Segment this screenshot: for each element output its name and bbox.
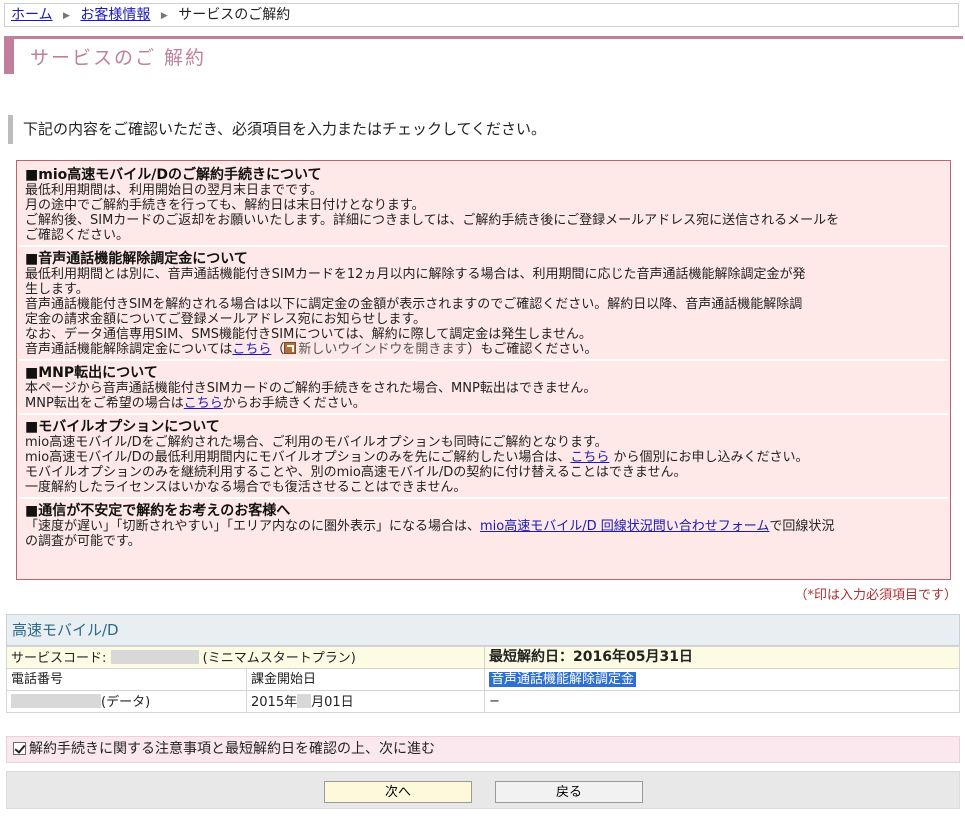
col-phone: 電話番号 — [6, 668, 247, 691]
notice-text: mio高速モバイル/Dの最低利用期間内にモバイルオプションのみを先にご解約したい… — [25, 450, 571, 465]
notice-line: 月の途中でご解約手続きを行っても、解約日は末日付けとなります。 — [25, 198, 425, 213]
notice-text: からお手続きください。 — [222, 396, 366, 411]
breadcrumb-separator-icon: ▶ — [63, 11, 70, 21]
service-code-row: サービスコード: (ミニマムスタートプラン) 最短解約日：2016年05月31日 — [6, 646, 960, 669]
voice-fee-label: 音声通話機能解除調定金 — [489, 672, 637, 687]
notice-section-mobile-option: ■モバイルオプションについて mio高速モバイル/Dをご解約された場合、ご利用の… — [19, 415, 948, 499]
notice-line: mio高速モバイル/Dの最低利用期間内にモバイルオプションのみを先にご解約したい… — [25, 450, 942, 465]
notice-text: で回線状況 — [769, 519, 835, 534]
breadcrumb-customer-link[interactable]: お客様情報 — [80, 7, 150, 23]
notice-line: mio高速モバイル/Dをご解約された場合、ご利用のモバイルオプションも同時にご解… — [25, 435, 608, 450]
notice-section-mnp: ■MNP転出について 本ページから音声通話機能付きSIMカードのご解約手続きをさ… — [19, 361, 948, 415]
service-code-label: サービスコード: — [11, 650, 107, 666]
voice-fee-cell: − — [484, 690, 960, 713]
line-status-form-link[interactable]: mio高速モバイル/D 回線状況問い合わせフォーム — [480, 519, 769, 534]
required-note: （*印は入力必須項目です） — [794, 588, 957, 603]
notice-line: 定金の請求金額についてご登録メールアドレス宛にお知らせします。 — [25, 312, 427, 327]
masked-service-code — [110, 649, 199, 664]
voice-fee-info-link[interactable]: こちら — [232, 342, 271, 357]
mobile-option-link[interactable]: こちら — [570, 450, 609, 465]
service-code-cell: サービスコード: (ミニマムスタートプラン) — [6, 646, 485, 669]
notice-heading: ■mio高速モバイル/Dのご解約手続きについて — [25, 167, 322, 183]
button-bar: 次へ 戻る — [6, 771, 960, 809]
masked-phone-number — [11, 693, 101, 708]
mnp-link[interactable]: こちら — [184, 396, 223, 411]
confirm-checkbox[interactable] — [13, 742, 26, 755]
notice-line: 「速度が遅い」「切断されやすい」「エリア内なのに圏外表示」になる場合は、mio高… — [25, 519, 942, 534]
notice-heading: ■通信が不安定で解約をお考えのお客様へ — [25, 503, 291, 519]
notice-section-unstable: ■通信が不安定で解約をお考えのお客様へ 「速度が遅い」「切断されやすい」「エリア… — [19, 499, 948, 551]
back-button[interactable]: 戻る — [495, 781, 643, 803]
notice-text: （ — [271, 342, 285, 357]
notice-line: 最低利用期間は、利用開始日の翌月末日までです。 — [25, 183, 323, 198]
service-table: サービスコード: (ミニマムスタートプラン) 最短解約日：2016年05月31日… — [6, 646, 960, 713]
notice-line: 本ページから音声通話機能付きSIMカードのご解約手続きをされた場合、MNP転出は… — [25, 381, 597, 396]
service-header: 高速モバイル/D — [6, 614, 960, 646]
notice-box: ■mio高速モバイル/Dのご解約手続きについて 最低利用期間は、利用開始日の翌月… — [16, 160, 951, 580]
notice-text: 「速度が遅い」「切断されやすい」「エリア内なのに圏外表示」になる場合は、 — [25, 519, 481, 534]
col-voice-fee: 音声通話機能解除調定金 — [484, 668, 960, 691]
start-day: 月01日 — [311, 694, 354, 710]
notice-line: の調査が可能です。 — [25, 534, 141, 549]
notice-text: 音声通話機能解除調定金については — [25, 342, 233, 357]
new-window-text: 新しいウインドウを開きます — [298, 342, 468, 357]
intro-text: 下記の内容をご確認いただき、必須項目を入力またはチェックしてください。 — [8, 115, 546, 144]
start-year: 2015年 — [251, 694, 298, 710]
breadcrumb-separator-icon: ▶ — [160, 11, 168, 21]
notice-line: 一度解約したライセンスはいかなる場合でも復活させることはできません。 — [25, 480, 467, 495]
table-header-row: 電話番号 課金開始日 音声通話機能解除調定金 — [6, 668, 960, 691]
notice-text: から個別にお申し込みください。 — [609, 450, 809, 465]
notice-line: モバイルオプションのみを継続利用することや、別のmio高速モバイル/Dの契約に付… — [25, 465, 687, 480]
breadcrumb-home-link[interactable]: ホーム — [11, 7, 53, 23]
notice-heading: ■音声通話機能解除調定金について — [25, 251, 248, 267]
col-start-date: 課金開始日 — [246, 668, 485, 691]
line-type: (データ) — [101, 694, 151, 710]
notice-line: 音声通話機能付きSIMを解約される場合は以下に調定金の金額が表示されますのでご確… — [25, 297, 803, 312]
notice-text: ）もご確認ください。 — [467, 342, 598, 357]
notice-line: 最低利用期間とは別に、音声通話機能付きSIMカードを12ヵ月以内に解除する場合は… — [25, 267, 806, 282]
notice-section-voice-fee: ■音声通話機能解除調定金について 最低利用期間とは別に、音声通話機能付きSIMカ… — [19, 247, 948, 361]
notice-heading: ■モバイルオプションについて — [25, 419, 220, 435]
notice-section-cancel-procedure: ■mio高速モバイル/Dのご解約手続きについて 最低利用期間は、利用開始日の翌月… — [19, 163, 948, 247]
notice-line: ご解約後、SIMカードのご返却をお願いいたします。詳細につきましては、ご解約手続… — [25, 213, 840, 228]
breadcrumb-current: サービスのご解約 — [178, 7, 291, 23]
min-cancel-date: 最短解約日：2016年05月31日 — [484, 646, 960, 669]
service-plan: (ミニマムスタートプラン) — [202, 650, 356, 666]
notice-line: MNP転出をご希望の場合はこちらからお手続きください。 — [25, 396, 942, 411]
table-row: (データ) 2015年 月01日 − — [6, 690, 960, 713]
notice-text: MNP転出をご希望の場合は — [25, 396, 184, 411]
notice-line: 生します。 — [25, 282, 89, 297]
notice-line: なお、データ通信専用SIM、SMS機能付きSIMについては、解約に際して調定金は… — [25, 327, 592, 342]
notice-line: ご確認ください。 — [25, 228, 130, 243]
new-window-icon — [284, 342, 297, 354]
start-date-cell: 2015年 月01日 — [246, 690, 485, 713]
confirm-label[interactable]: 解約手続きに関する注意事項と最短解約日を確認の上、次に進む — [29, 741, 435, 757]
next-button[interactable]: 次へ — [324, 781, 472, 803]
notice-line: 音声通話機能解除調定金についてはこちら（ 新しいウインドウを開きます）もご確認くだ… — [25, 342, 942, 357]
confirm-row[interactable]: 解約手続きに関する注意事項と最短解約日を確認の上、次に進む — [6, 736, 960, 763]
breadcrumb: ホーム ▶ お客様情報 ▶ サービスのご解約 — [4, 3, 959, 27]
page-title-bar: サービスのご 解約 — [4, 36, 963, 74]
page-title: サービスのご 解約 — [30, 47, 207, 69]
notice-heading: ■MNP転出について — [25, 365, 158, 381]
phone-cell: (データ) — [6, 690, 247, 713]
masked-month — [297, 693, 312, 708]
